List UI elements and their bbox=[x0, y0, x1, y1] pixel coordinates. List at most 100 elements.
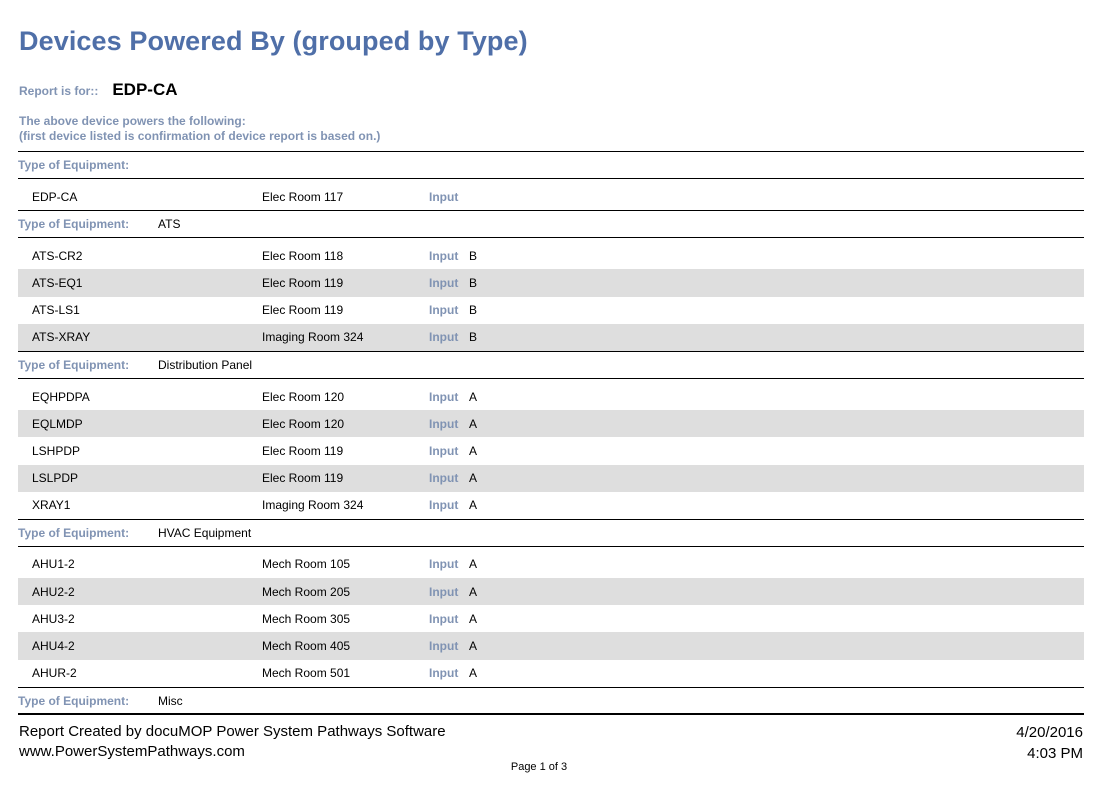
input-side: A bbox=[469, 416, 478, 431]
device-name: EQLMDP bbox=[32, 416, 83, 431]
device-location: Mech Room 305 bbox=[262, 611, 351, 626]
footer-right: 4/20/2016 4:03 PM bbox=[1016, 722, 1083, 764]
device-name: EDP-CA bbox=[32, 189, 78, 204]
input-side: A bbox=[469, 471, 478, 486]
input-label: Input bbox=[429, 275, 459, 290]
table-row: ATS-EQ1 Elec Room 119 Input B bbox=[18, 269, 1084, 297]
type-of-equipment-label: Type of Equipment: bbox=[18, 158, 130, 172]
device-name: AHU3-2 bbox=[32, 611, 75, 626]
type-of-equipment-label: Type of Equipment: bbox=[18, 525, 130, 540]
group-header: Type of Equipment: ATS bbox=[18, 210, 1084, 239]
report-title: Devices Powered By (grouped by Type) bbox=[19, 26, 528, 56]
equipment-type: HVAC Equipment bbox=[158, 525, 252, 540]
device-location: Elec Room 119 bbox=[262, 471, 344, 486]
input-side: B bbox=[469, 330, 478, 345]
input-label: Input bbox=[429, 389, 459, 404]
input-label: Input bbox=[429, 303, 459, 318]
input-label: Input bbox=[429, 416, 459, 431]
note-line-2: (first device listed is confirmation of … bbox=[19, 129, 381, 143]
device-location: Imaging Room 324 bbox=[262, 330, 364, 345]
device-location: Elec Room 117 bbox=[262, 189, 344, 204]
device-name: AHU1-2 bbox=[32, 557, 75, 572]
input-label: Input bbox=[429, 557, 459, 572]
input-side: A bbox=[469, 557, 478, 572]
table-row: EDP-CA Elec Room 117 Input bbox=[18, 183, 1084, 210]
page-number: Page 1 of 3 bbox=[510, 761, 568, 773]
table-row: EQHPDPA Elec Room 120 Input A bbox=[18, 383, 1084, 410]
input-label: Input bbox=[429, 639, 459, 654]
device-name: XRAY1 bbox=[32, 498, 71, 513]
input-side: A bbox=[469, 498, 478, 513]
table-row: AHU2-2 Mech Room 205 Input A bbox=[18, 578, 1084, 606]
input-side: A bbox=[469, 639, 478, 654]
input-label: Input bbox=[429, 471, 459, 486]
device-location: Mech Room 501 bbox=[262, 666, 351, 681]
input-side: A bbox=[469, 389, 478, 404]
device-name: AHU4-2 bbox=[32, 639, 75, 654]
device-location: Imaging Room 324 bbox=[262, 498, 364, 513]
device-name: LSLPDP bbox=[32, 471, 79, 486]
device-location: Elec Room 119 bbox=[262, 275, 344, 290]
device-name: ATS-CR2 bbox=[32, 248, 83, 263]
input-side: B bbox=[469, 248, 478, 263]
note-line-1: The above device powers the following: bbox=[19, 114, 246, 128]
type-of-equipment-label: Type of Equipment: bbox=[18, 217, 130, 232]
device-name: AHUR-2 bbox=[32, 666, 77, 681]
table-row: EQLMDP Elec Room 120 Input A bbox=[18, 410, 1084, 438]
devices-table: Type of Equipment: EDP-CA Elec Room 117 Inp… bbox=[18, 151, 1084, 715]
device-location: Elec Room 119 bbox=[262, 443, 344, 458]
device-name: EQHPDPA bbox=[32, 389, 90, 404]
type-of-equipment-label: Type of Equipment: bbox=[18, 357, 130, 372]
table-row: AHU4-2 Mech Room 405 Input A bbox=[18, 632, 1084, 660]
footer-divider bbox=[18, 713, 1084, 714]
input-side: A bbox=[469, 584, 478, 599]
input-label: Input bbox=[429, 611, 459, 626]
group-header: Type of Equipment: Distribution Panel bbox=[18, 350, 1084, 379]
input-label: Input bbox=[429, 498, 459, 513]
device-location: Mech Room 405 bbox=[262, 639, 351, 654]
group-header: Type of Equipment: Misc bbox=[18, 686, 1084, 715]
report-note: The above device powers the following: (… bbox=[19, 114, 380, 144]
table-row: XRAY1 Imaging Room 324 Input A bbox=[18, 492, 1084, 519]
device-location: Elec Room 120 bbox=[262, 416, 345, 431]
table-row: ATS-LS1 Elec Room 119 Input B bbox=[18, 297, 1084, 324]
report-for: Report is for:: EDP-CA bbox=[19, 80, 178, 100]
input-label: Input bbox=[429, 330, 459, 345]
equipment-type: Distribution Panel bbox=[158, 357, 253, 372]
input-label: Input bbox=[429, 443, 459, 458]
input-side: A bbox=[469, 443, 478, 458]
footer-left: Report Created by docuMOP Power System P… bbox=[19, 722, 446, 762]
footer-created-by: Report Created by docuMOP Power System P… bbox=[19, 723, 446, 740]
device-location: Elec Room 120 bbox=[262, 389, 345, 404]
device-name: ATS-LS1 bbox=[32, 303, 80, 318]
input-side: B bbox=[469, 275, 478, 290]
device-location: Mech Room 105 bbox=[262, 557, 351, 572]
group-header: Type of Equipment: HVAC Equipment bbox=[18, 518, 1084, 547]
device-name: LSHPDP bbox=[32, 443, 81, 458]
table-row: LSLPDP Elec Room 119 Input A bbox=[18, 464, 1084, 492]
table-row: ATS-CR2 Elec Room 118 Input B bbox=[18, 242, 1084, 269]
table-row: AHU1-2 Mech Room 105 Input A bbox=[18, 551, 1084, 578]
table-row: AHU3-2 Mech Room 305 Input A bbox=[18, 605, 1084, 632]
input-side: A bbox=[469, 666, 478, 681]
equipment-type: Misc bbox=[158, 693, 183, 708]
report-for-value: EDP-CA bbox=[112, 80, 178, 99]
table-row: ATS-XRAY Imaging Room 324 Input B bbox=[18, 323, 1084, 351]
input-label: Input bbox=[429, 248, 459, 263]
table-row: AHUR-2 Mech Room 501 Input A bbox=[18, 660, 1084, 687]
report-for-label: Report is for:: bbox=[19, 84, 99, 98]
input-label: Input bbox=[429, 189, 459, 204]
footer-date: 4/20/2016 bbox=[1016, 724, 1083, 741]
device-location: Elec Room 119 bbox=[262, 303, 344, 318]
input-side: B bbox=[469, 303, 478, 318]
device-name: ATS-EQ1 bbox=[32, 275, 83, 290]
footer-website: www.PowerSystemPathways.com bbox=[19, 743, 245, 760]
device-location: Elec Room 118 bbox=[262, 248, 344, 263]
device-name: ATS-XRAY bbox=[32, 330, 91, 345]
input-label: Input bbox=[429, 584, 459, 599]
group-header: Type of Equipment: bbox=[18, 151, 1084, 179]
input-label: Input bbox=[429, 666, 459, 681]
table-row: LSHPDP Elec Room 119 Input A bbox=[18, 437, 1084, 464]
equipment-type: ATS bbox=[158, 217, 181, 232]
device-location: Mech Room 205 bbox=[262, 584, 351, 599]
